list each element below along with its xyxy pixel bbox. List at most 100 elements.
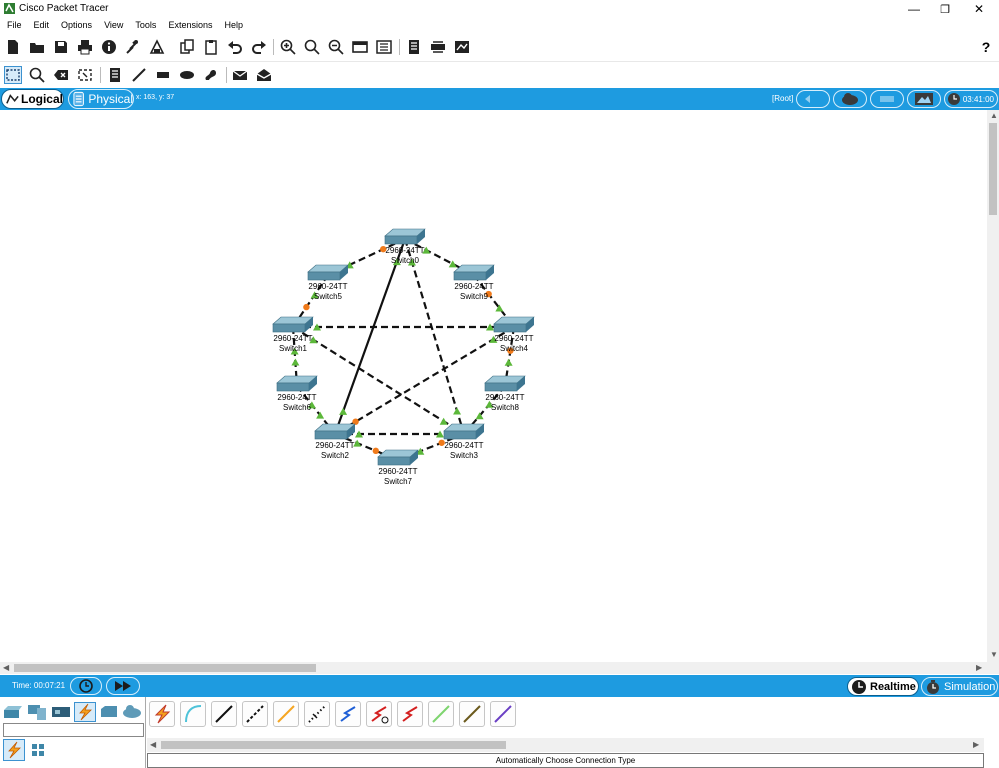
switch-switch8[interactable]: 2960-24TTSwitch8 (484, 375, 526, 412)
phone-icon[interactable] (304, 701, 330, 727)
connection-scroll-thumb[interactable] (161, 741, 506, 749)
link-switch4-switch2[interactable] (334, 326, 515, 435)
help-button[interactable]: ? (977, 38, 995, 56)
connections-subtype-icon[interactable] (3, 739, 25, 761)
drawing-palette-icon[interactable] (351, 38, 369, 56)
undo-icon[interactable] (226, 38, 244, 56)
network-info-icon[interactable] (429, 38, 447, 56)
copy-icon[interactable] (178, 38, 196, 56)
logical-workspace[interactable]: 2960-24TT Switch0 2960-24TT Switch5 2960-24T… (0, 110, 987, 662)
complex-pdu-icon[interactable] (255, 66, 273, 84)
realtime-mode-button[interactable]: Realtime (847, 677, 919, 696)
viewport-icon[interactable] (405, 38, 423, 56)
serial-dte-icon[interactable] (397, 701, 423, 727)
cluster-icon[interactable] (453, 38, 471, 56)
new-cluster-button[interactable] (833, 90, 867, 108)
menu-tools[interactable]: Tools (131, 18, 160, 34)
move-object-button[interactable] (870, 90, 904, 108)
topology-canvas[interactable]: 2960-24TTSwitch0 2960-24TTSwitch5 2960-24T… (0, 110, 987, 662)
restore-button[interactable]: ❐ (928, 0, 962, 18)
menu-edit[interactable]: Edit (30, 18, 54, 34)
redo-icon[interactable] (250, 38, 268, 56)
switch-switch9[interactable]: 2960-24TTSwitch9 (453, 264, 495, 301)
horizontal-scroll-thumb[interactable] (14, 664, 316, 672)
open-folder-icon[interactable] (28, 38, 46, 56)
tab-physical[interactable]: Physical (68, 89, 134, 109)
menu-extensions[interactable]: Extensions (164, 18, 216, 34)
activity-wizard-icon[interactable] (124, 38, 142, 56)
scroll-right-icon[interactable]: ▶ (976, 663, 982, 672)
copper-straight-icon[interactable] (211, 701, 237, 727)
inspect-icon[interactable] (28, 66, 46, 84)
scroll-left-icon[interactable]: ◀ (3, 663, 9, 672)
custom-device-icon[interactable] (148, 38, 166, 56)
switch-switch1[interactable]: 2960-24TTSwitch1 (272, 316, 314, 353)
miscellaneous-icon[interactable] (98, 702, 120, 722)
scroll-right-icon[interactable]: ▶ (973, 740, 979, 749)
multiuser-icon[interactable] (121, 702, 143, 722)
automatic-icon[interactable] (149, 701, 175, 727)
octal-icon[interactable] (428, 701, 454, 727)
connections-icon[interactable] (74, 702, 96, 722)
console-icon[interactable] (180, 701, 206, 727)
link-switch0-switch3[interactable] (403, 238, 466, 435)
power-cycle-button[interactable] (70, 677, 102, 695)
menu-file[interactable]: File (3, 18, 26, 34)
note-icon[interactable] (106, 66, 124, 84)
zoom-out-icon[interactable] (327, 38, 345, 56)
back-button[interactable] (796, 90, 830, 108)
root-breadcrumb[interactable]: [Root] (772, 94, 793, 103)
delete-icon[interactable] (52, 66, 70, 84)
device-search-field[interactable] (3, 723, 144, 737)
serial-dce-icon[interactable] (366, 701, 392, 727)
switch-switch7[interactable]: 2960-24TTSwitch7 (377, 449, 419, 486)
minimize-button[interactable]: — (897, 0, 931, 18)
grid-icon[interactable] (27, 739, 49, 761)
save-icon[interactable] (52, 38, 70, 56)
switch-switch4[interactable]: 2960-24TTSwitch4 (493, 316, 535, 353)
info-icon[interactable] (100, 38, 118, 56)
rectangle-icon[interactable] (154, 66, 172, 84)
scroll-down-icon[interactable]: ▼ (990, 650, 998, 659)
components-icon[interactable] (50, 702, 72, 722)
ellipse-icon[interactable] (178, 66, 196, 84)
usb-icon[interactable] (490, 701, 516, 727)
workspace-vertical-scrollbar[interactable]: ▲ ▼ (987, 110, 999, 662)
switch-switch5[interactable]: 2960-24TTSwitch5 (307, 264, 349, 301)
menu-view[interactable]: View (100, 18, 127, 34)
tab-logical[interactable]: Logical (1, 89, 64, 109)
switch-switch0[interactable]: 2960-24TTSwitch0 (384, 228, 426, 265)
zoom-reset-icon[interactable] (303, 38, 321, 56)
switch-switch2[interactable]: 2960-24TTSwitch2 (314, 423, 356, 460)
print-icon[interactable] (76, 38, 94, 56)
zoom-in-icon[interactable] (279, 38, 297, 56)
resize-icon[interactable] (76, 66, 94, 84)
end-devices-icon[interactable] (26, 702, 48, 722)
connection-panel-scrollbar[interactable]: ◀ ▶ (147, 738, 984, 752)
coaxial-icon[interactable] (335, 701, 361, 727)
menu-options[interactable]: Options (57, 18, 96, 34)
paste-icon[interactable] (202, 38, 220, 56)
fiber-icon[interactable] (273, 701, 299, 727)
freeform-icon[interactable] (202, 66, 220, 84)
simple-pdu-icon[interactable] (231, 66, 249, 84)
switch-switch3[interactable]: 2960-24TTSwitch3 (443, 423, 485, 460)
scroll-up-icon[interactable]: ▲ (990, 111, 998, 120)
viewport-clock[interactable]: 03:41:00 (944, 90, 998, 108)
fast-forward-button[interactable] (106, 677, 140, 695)
menu-help[interactable]: Help (220, 18, 247, 34)
scroll-left-icon[interactable]: ◀ (150, 740, 156, 749)
custom-devices-dialog-icon[interactable] (375, 38, 393, 56)
workspace-horizontal-scrollbar[interactable]: ◀ ▶ (0, 662, 999, 674)
new-file-icon[interactable] (4, 38, 22, 56)
iot-custom-icon[interactable] (459, 701, 485, 727)
network-devices-icon[interactable] (2, 702, 24, 722)
switch-switch6[interactable]: 2960-24TTSwitch6 (276, 375, 318, 412)
vertical-scroll-thumb[interactable] (989, 123, 997, 215)
line-icon[interactable] (130, 66, 148, 84)
set-tiled-background-button[interactable] (907, 90, 941, 108)
copper-cross-icon[interactable] (242, 701, 268, 727)
simulation-mode-button[interactable]: Simulation (921, 677, 998, 696)
close-button[interactable]: ✕ (962, 0, 996, 18)
select-icon[interactable] (4, 66, 22, 84)
